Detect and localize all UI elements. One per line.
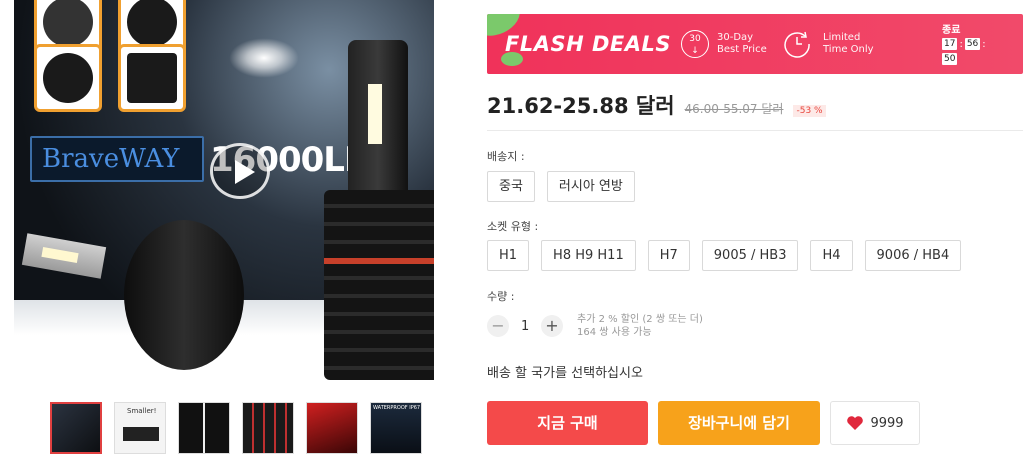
h7-bulb-image — [324, 40, 434, 380]
ship-from-options: 중국 러시아 연방 — [487, 171, 635, 202]
discount-badge: -53 % — [793, 105, 826, 117]
socket-option-9005-hb3[interactable]: 9005 / HB3 — [701, 240, 799, 271]
socket-option-h4[interactable]: H4 — [810, 240, 853, 271]
limited-time-badge: Limited Time Only — [823, 32, 874, 56]
ship-from-label: 배송지 : — [487, 150, 525, 163]
socket-option-h1[interactable]: H1 — [487, 240, 530, 271]
heart-icon — [847, 416, 864, 430]
thumbnail-2[interactable]: Smaller! — [114, 402, 166, 454]
quantity-stepper: − 1 + 추가 2 % 할인 (2 쌍 또는 더) 164 쌍 사용 가능 — [487, 313, 703, 339]
timer-seconds: 50 — [942, 53, 958, 65]
thumbnail-2-caption: Smaller! — [127, 407, 157, 415]
main-product-image[interactable]: BraveWAY 16000LM — [14, 0, 434, 388]
original-price: 46.00-55.07 달러 — [684, 102, 784, 116]
thirty-day-icon: 30 ↓ — [681, 30, 709, 58]
thumbnail-4[interactable] — [242, 402, 294, 454]
quantity-increase-button[interactable]: + — [541, 315, 563, 337]
timer-minutes: 56 — [964, 38, 981, 50]
current-price: 21.62-25.88 달러 — [487, 94, 675, 118]
thumbnail-3[interactable] — [178, 402, 230, 454]
timer-colon: : — [959, 38, 963, 50]
add-to-cart-button[interactable]: 장바구니에 담기 — [658, 401, 820, 445]
headlight-beam — [229, 38, 299, 78]
thumbnail-5[interactable] — [306, 402, 358, 454]
quantity-value[interactable]: 1 — [521, 319, 529, 334]
clock-icon — [784, 31, 810, 58]
wishlist-count: 9999 — [870, 415, 904, 431]
thumbnail-1[interactable] — [50, 402, 102, 454]
timer-colon: : — [982, 38, 986, 50]
price-row: 21.62-25.88 달러 46.00-55.07 달러 -53 % — [487, 90, 826, 120]
thumbnail-2-bulb — [123, 427, 159, 441]
quantity-decrease-button[interactable]: − — [487, 315, 509, 337]
socket-type-options: H1 H8 H9 H11 H7 9005 / HB3 H4 9006 / HB4 — [487, 240, 962, 271]
thirty-day-icon-number: 30 — [689, 34, 701, 44]
quantity-label: 수량 : — [487, 290, 515, 303]
limited-time-line1: Limited — [823, 32, 861, 43]
ship-from-option-russia[interactable]: 러시아 연방 — [546, 171, 635, 202]
divider — [487, 130, 1023, 131]
flash-deals-banner: FLASH DEALS 30 ↓ 30-Day Best Price Limite… — [487, 14, 1023, 74]
limited-time-line2: Time Only — [823, 44, 874, 55]
best-price-line1: 30-Day — [717, 32, 754, 43]
best-price-badge: 30-Day Best Price — [717, 32, 767, 56]
stock-available-note: 164 쌍 사용 가능 — [577, 327, 652, 338]
wishlist-button[interactable]: 9999 — [830, 401, 920, 445]
h4-bulb-image — [21, 190, 254, 370]
socket-type-label: 소켓 유형 : — [487, 220, 539, 233]
inset-connector — [118, 44, 186, 112]
bulk-discount-note: 추가 2 % 할인 (2 쌍 또는 더) — [577, 314, 703, 325]
best-price-line2: Best Price — [717, 44, 767, 55]
timer-hours: 17 — [942, 38, 958, 50]
thumbnail-6[interactable]: WATERPROOF IP67 — [370, 402, 422, 454]
thumbnail-6-caption: WATERPROOF IP67 — [373, 405, 421, 411]
socket-option-h8-h9-h11[interactable]: H8 H9 H11 — [541, 240, 636, 271]
quantity-note: 추가 2 % 할인 (2 쌍 또는 더) 164 쌍 사용 가능 — [577, 313, 703, 339]
flash-deals-title: FLASH DEALS — [505, 32, 672, 56]
socket-option-h7[interactable]: H7 — [647, 240, 690, 271]
ship-from-option-china[interactable]: 중국 — [487, 171, 535, 202]
countdown-label: 종료 — [942, 25, 961, 36]
buy-now-button[interactable]: 지금 구매 — [487, 401, 648, 445]
thumbnail-strip: Smaller! WATERPROOF IP67 — [50, 402, 422, 454]
select-country-note[interactable]: 배송 할 국가를 선택하십시오 — [487, 362, 643, 381]
inset-fan — [34, 44, 102, 112]
socket-option-9006-hb4[interactable]: 9006 / HB4 — [864, 240, 962, 271]
brand-logo: BraveWAY — [30, 136, 204, 182]
countdown-timer: 17 : 56 : 50 — [942, 38, 1002, 65]
